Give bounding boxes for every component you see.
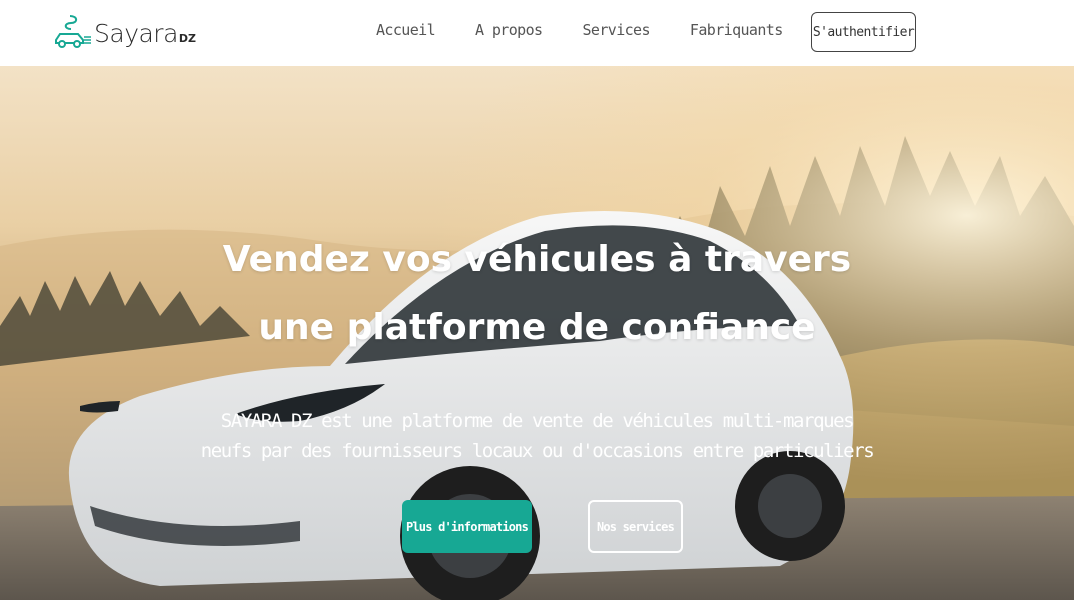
navbar: Sayara DZ Accueil A propos Services Fabr… [0, 0, 1074, 66]
hero-subtitle-line-2: neufs par des fournisseurs locaux ou d'o… [200, 440, 875, 462]
main-nav: Accueil A propos Services Fabriquants [376, 21, 823, 39]
our-services-button[interactable]: Nos services [588, 500, 683, 553]
brand-name: Sayara [94, 19, 178, 48]
nav-link-fabriquants[interactable]: Fabriquants [690, 21, 783, 39]
hero-title-line-2: une platforme de confiance [258, 307, 816, 348]
brand-logo[interactable]: Sayara DZ [52, 10, 196, 50]
hero-subtitle: SAYARA DZ est une platforme de vente de … [0, 406, 1074, 466]
hero-title-line-1: Vendez vos véhicules à travers [222, 239, 852, 280]
hero-title: Vendez vos véhicules à travers une platf… [0, 226, 1074, 362]
nav-link-accueil[interactable]: Accueil [376, 21, 436, 39]
more-info-button[interactable]: Plus d'informations [402, 500, 532, 553]
hero-subtitle-line-1: SAYARA DZ est une platforme de vente de … [220, 410, 855, 432]
sign-in-button[interactable]: S'authentifier [811, 12, 916, 52]
nav-link-services[interactable]: Services [582, 21, 650, 39]
nav-link-a-propos[interactable]: A propos [475, 21, 543, 39]
brand-suffix: DZ [178, 32, 197, 45]
hero-section: Vendez vos véhicules à travers une platf… [0, 66, 1074, 600]
car-logo-icon [55, 15, 91, 48]
